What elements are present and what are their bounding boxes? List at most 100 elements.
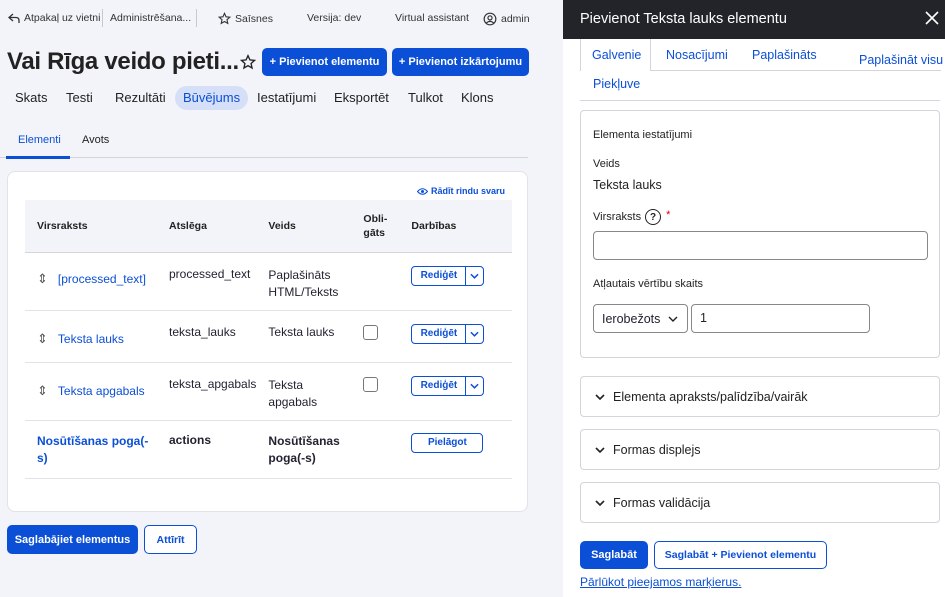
edit-button[interactable]: Rediģēt [412,376,467,395]
required-checkbox[interactable] [363,376,379,392]
tab-clone[interactable]: Klons [461,86,494,110]
details-form-validation[interactable]: Formas validācija [580,482,940,523]
title-input[interactable] [593,231,928,260]
row-type-line1: Paplašināts [268,267,331,282]
drag-handle-icon[interactable]: ⇕ [37,331,48,347]
tabs-divider [651,70,941,71]
tab-view[interactable]: Skats [15,86,48,110]
show-row-weights-link[interactable]: Rādīt rindu svaru [416,186,505,196]
favorite-star-icon[interactable] [240,54,256,70]
save-elements-button[interactable]: Saglabājiet elementus [7,525,138,554]
dialog-tab-general[interactable]: Galvenie [592,48,641,62]
chevron-down-icon [595,499,605,506]
help-icon[interactable]: ? [645,209,662,225]
edit-split-button: Rediģēt [411,323,485,344]
row-operations-cell: Rediģēt [399,252,512,311]
dialog-tab-advanced[interactable]: Paplašināts [752,48,817,62]
tab-source[interactable]: Avots [82,134,109,146]
dialog-title: Pievienot Teksta lauks elementu [580,11,787,27]
administration-link[interactable]: Administrēšana... [110,12,191,24]
row-title-link[interactable]: Teksta apgabals [58,384,145,398]
edit-split-button: Rediģēt [411,375,485,396]
browse-tokens-link[interactable]: Pārlūkot pieejamos marķierus. [580,575,741,589]
show-row-weights-label: Rādīt rindu svaru [430,186,505,196]
dialog-save-add-button[interactable]: Saglabāt + Pievienot elementu [654,541,827,569]
virtual-assistant-link[interactable]: Virtual assistant [395,12,469,24]
actions-type-line1: Nosūtīšanas [268,433,340,448]
expand-all-link[interactable]: Paplašināt visu [859,53,943,67]
col-type-header: Veids [256,200,352,253]
chevron-down-icon [470,273,480,279]
element-settings-fieldset: Elementa iestatījumi Veids Teksta lauks … [580,110,940,358]
multiple-select[interactable]: Ierobežots [593,304,688,333]
actions-operations-cell: Pielāgot [399,420,512,479]
row-type: Paplašināts HTML/Teksts [256,252,352,311]
chevron-down-icon [470,383,480,389]
administration-label: Administrēšana... [110,12,192,24]
dialog-tab-access[interactable]: Piekļuve [593,77,640,91]
page-title: Vai Rīga veido pieti... [7,48,239,75]
main-region: Atpakaļ uz vietni Administrēšana... Saīs… [0,0,563,597]
toolbar-separator [196,9,197,27]
row-type: Teksta lauks [256,310,352,363]
col-required-header-line2: gāts [363,226,385,239]
actions-type-line2: poga(-s) [268,450,316,465]
row-key: processed_text [157,252,257,311]
reset-button[interactable]: Attīrīt [144,525,197,554]
multiple-select-value: Ierobežots [602,311,661,326]
drag-handle-icon[interactable]: ⇕ [37,271,48,287]
tab-results[interactable]: Rezultāti [115,86,166,110]
row-title-link[interactable]: Teksta lauks [58,332,124,346]
close-icon[interactable] [925,11,939,25]
tab-tests[interactable]: Testi [66,86,93,110]
tab-translate[interactable]: Tulkot [408,86,443,110]
multiple-label: Atļautais vērtību skaits [593,278,704,290]
edit-dropdown-toggle[interactable] [466,267,483,285]
actions-title-cell: Nosūtīšanas poga(- s) [25,420,157,479]
add-element-dialog: Pievienot Teksta lauks elementu Galvenie… [563,0,945,597]
actions-title-link[interactable]: Nosūtīšanas poga(- s) [37,434,148,465]
edit-button[interactable]: Rediģēt [412,266,467,285]
edit-dropdown-toggle[interactable] [466,377,483,395]
row-type: Teksta apgabals [256,362,352,421]
row-required-cell [351,310,400,363]
table-row: ⇕ Teksta apgabals teksta_apgabals Teksta… [25,362,512,421]
toolbar-separator [102,9,103,27]
dialog-tab-conditions[interactable]: Nosacījumi [666,48,728,62]
actions-required-cell [351,420,400,479]
edit-button[interactable]: Rediģēt [412,324,467,343]
add-element-button[interactable]: + Pievienot elementu [262,48,387,76]
customize-button[interactable]: Pielāgot [411,432,484,453]
drag-handle-icon[interactable]: ⇕ [37,383,48,399]
dialog-save-button[interactable]: Saglabāt [580,541,648,569]
active-tab-indicator [6,156,70,159]
elements-card: Rādīt rindu svaru Virsraksts Atslēga Vei… [7,171,528,512]
tab-settings[interactable]: Iestatījumi [257,86,316,110]
back-to-site-label: Atpakaļ uz vietni [24,12,101,24]
required-checkbox[interactable] [363,324,379,340]
tab-build[interactable]: Būvējums [175,86,249,110]
multiple-number-input[interactable]: 1 [691,304,870,333]
required-marker: * [666,209,671,221]
row-title-cell: ⇕ [processed_text] [25,252,157,311]
details-description[interactable]: Elementa apraksts/palīdzība/vairāk [580,376,940,417]
details-form-display[interactable]: Formas displejs [580,429,940,470]
back-to-site-link[interactable]: Atpakaļ uz vietni [8,12,100,24]
title-label-text: Virsraksts [593,210,642,223]
row-title-link[interactable]: [processed_text] [58,272,146,286]
shortcuts-link[interactable]: Saīsnes [218,12,273,25]
tab-elements[interactable]: Elementi [18,134,61,146]
add-layout-button[interactable]: + Pievienot izkārtojumu [392,48,529,76]
type-label: Veids [593,158,620,170]
table-row: ⇕ [processed_text] processed_text Paplaš… [25,252,512,311]
chevron-down-icon [595,393,605,400]
type-value: Teksta lauks [593,178,662,192]
col-required-header: Obli-gāts [351,200,400,253]
tab-export[interactable]: Eksportēt [334,86,389,110]
chevron-down-icon [668,316,678,322]
edit-dropdown-toggle[interactable] [466,325,483,343]
actions-key: actions [157,420,257,479]
secondary-tabs: Elementi Avots [0,132,528,159]
user-menu[interactable]: admin [483,12,530,26]
admin-toolbar: Atpakaļ uz vietni Administrēšana... Saīs… [0,0,563,38]
